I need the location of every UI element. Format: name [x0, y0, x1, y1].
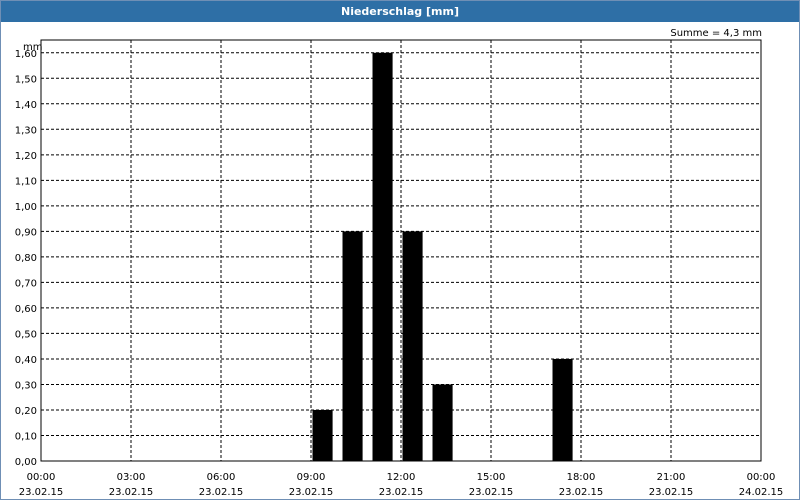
precip-bar: [552, 358, 573, 461]
x-tick-date: 23.02.15: [469, 487, 514, 498]
y-tick-label: 0,90: [15, 227, 37, 238]
precip-bar: [312, 409, 333, 461]
y-tick-label: 1,60: [15, 49, 37, 60]
sum-annotation: Summe = 4,3 mm: [670, 28, 762, 39]
x-tick-date: 23.02.15: [199, 487, 244, 498]
y-tick-labels: 0,00 0,10 0,20 0,30 0,40 0,50 0,60 0,70 0,80 0,90…: [15, 49, 37, 468]
x-tick-date: 23.02.15: [19, 487, 64, 498]
x-tick-date: 24.02.15: [739, 487, 784, 498]
x-tick-time: 21:00: [657, 472, 686, 483]
y-tick-label: 0,80: [15, 253, 37, 264]
y-tick-label: 1,00: [15, 202, 37, 213]
y-tick-label: 1,40: [15, 100, 37, 111]
x-tick-time: 09:00: [297, 472, 326, 483]
precip-bar: [342, 231, 363, 461]
x-tick-time: 00:00: [747, 472, 776, 483]
y-tick-label: 0,00: [15, 457, 37, 468]
y-tick-label: 1,50: [15, 74, 37, 85]
y-tick-label: 1,30: [15, 125, 37, 136]
x-tick-time: 00:00: [27, 472, 56, 483]
gridlines: [41, 40, 761, 461]
y-tick-label: 0,10: [15, 431, 37, 442]
precip-bar: [372, 52, 393, 462]
x-tick-time: 12:00: [387, 472, 416, 483]
y-tick-label: 0,60: [15, 304, 37, 315]
x-tick-date: 23.02.15: [109, 487, 154, 498]
precip-bar: [402, 231, 423, 461]
x-tick-time: 06:00: [207, 472, 236, 483]
y-tick-label: 0,70: [15, 278, 37, 289]
y-tick-label: 0,20: [15, 406, 37, 417]
x-tick-time: 03:00: [117, 472, 146, 483]
y-tick-label: 1,20: [15, 151, 37, 162]
y-tick-label: 0,50: [15, 329, 37, 340]
x-tick-date: 23.02.15: [379, 487, 424, 498]
y-tick-label: 0,40: [15, 355, 37, 366]
x-tick-date: 23.02.15: [649, 487, 694, 498]
x-tick-date: 23.02.15: [289, 487, 334, 498]
x-tick-time: 15:00: [477, 472, 506, 483]
y-tick-label: 1,10: [15, 176, 37, 187]
x-tick-labels: 00:00 23.02.15 03:00 23.02.15 06:00 23.02.15 0…: [19, 472, 784, 498]
x-tick-time: 18:00: [567, 472, 596, 483]
precip-bar: [432, 384, 453, 461]
precipitation-chart: mm Summe = 4,3 mm 0,000,100,200,300,400,…: [15, 28, 784, 498]
x-tick-date: 23.02.15: [559, 487, 604, 498]
y-tick-label: 0,30: [15, 380, 37, 391]
